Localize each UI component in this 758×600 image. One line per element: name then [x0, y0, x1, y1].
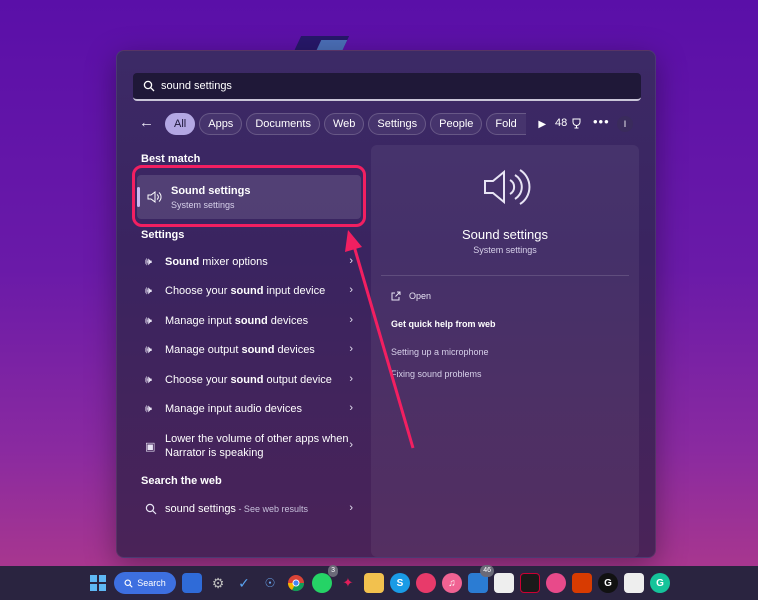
- search-icon: [124, 578, 133, 588]
- chrome-icon[interactable]: [286, 573, 306, 593]
- annotation-arrow: [345, 230, 415, 449]
- onenote-icon[interactable]: [546, 573, 566, 593]
- mail-icon[interactable]: 46: [468, 565, 494, 593]
- terminal-icon[interactable]: [520, 573, 540, 593]
- explorer-icon[interactable]: [364, 573, 384, 593]
- cast-icon[interactable]: [416, 573, 436, 593]
- taskbar: Search ⚙ ✓ ☉ 3 ✦ S ♫ 46 G G: [0, 565, 758, 600]
- grammarly-icon[interactable]: G: [650, 573, 670, 593]
- whatsapp-badge: 3: [328, 565, 338, 577]
- copilot-icon[interactable]: ☉: [260, 573, 280, 593]
- widgets-icon[interactable]: [182, 573, 202, 593]
- taskbar-search-button[interactable]: Search: [114, 572, 176, 594]
- whatsapp-icon[interactable]: 3: [312, 565, 338, 593]
- calendar-icon[interactable]: [494, 573, 514, 593]
- office-icon[interactable]: [572, 573, 592, 593]
- settings-icon[interactable]: ⚙: [208, 573, 228, 593]
- music-icon[interactable]: ♫: [442, 573, 462, 593]
- slack-icon[interactable]: ✦: [338, 573, 358, 593]
- photo-icon[interactable]: [624, 573, 644, 593]
- g-icon[interactable]: G: [598, 573, 618, 593]
- windows-icon[interactable]: [88, 573, 108, 593]
- mail-badge: 46: [480, 565, 494, 577]
- todo-icon[interactable]: ✓: [234, 573, 254, 593]
- skype-icon[interactable]: S: [390, 573, 410, 593]
